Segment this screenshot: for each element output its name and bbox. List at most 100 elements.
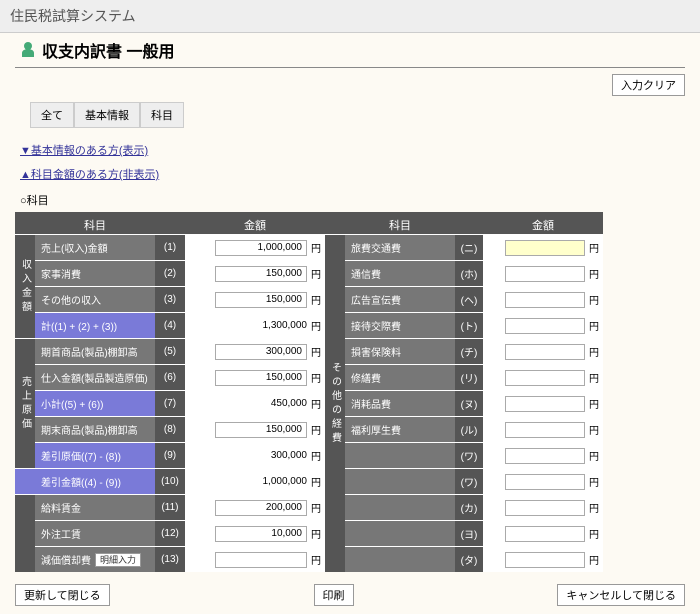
row-num: (6): [155, 364, 185, 390]
amount-display: 450,000円: [185, 390, 325, 416]
unit: 円: [311, 422, 321, 437]
unit: 円: [311, 344, 321, 359]
amount-input[interactable]: [215, 526, 307, 542]
row-label: 仕入金額(製品製造原価): [35, 364, 155, 390]
row-num: (ヨ): [455, 520, 483, 546]
amount-input[interactable]: [215, 422, 307, 438]
amount-input[interactable]: [215, 552, 307, 568]
section-label: ○科目: [0, 192, 700, 212]
row-label: [345, 494, 455, 520]
unit: 円: [589, 526, 599, 541]
amount-input[interactable]: [505, 318, 585, 334]
amount-input[interactable]: [215, 266, 307, 282]
print-button[interactable]: 印刷: [314, 584, 354, 606]
row-num: (9): [155, 442, 185, 468]
amount-input[interactable]: [505, 240, 585, 256]
link-items[interactable]: ▲科目金額のある方(非表示): [20, 169, 159, 181]
unit: 円: [311, 370, 321, 385]
unit: 円: [311, 266, 321, 281]
row-num: (タ): [455, 546, 483, 572]
row-num: (10): [155, 468, 185, 494]
amount-input[interactable]: [505, 552, 585, 568]
vlabel-cost: 売上原価: [15, 338, 35, 468]
tab-basic[interactable]: 基本情報: [74, 102, 140, 128]
hdr-item-right: 科目: [345, 212, 455, 234]
row-label: 通信費: [345, 260, 455, 286]
row-num: (リ): [455, 364, 483, 390]
row-label: 家事消費: [35, 260, 155, 286]
row-num: (ニ): [455, 234, 483, 260]
amount-input[interactable]: [215, 344, 307, 360]
row-num: (7): [155, 390, 185, 416]
hdr-item-left: 科目: [35, 212, 155, 234]
clear-button[interactable]: 入力クリア: [612, 74, 685, 96]
row-label: [345, 442, 455, 468]
amount-input[interactable]: [215, 370, 307, 386]
row-label: [345, 468, 455, 494]
unit: 円: [589, 240, 599, 255]
amount-input[interactable]: [505, 448, 585, 464]
tabs: 全て基本情報科目: [0, 102, 700, 128]
row-label: 給料賃金: [35, 494, 155, 520]
amount-input[interactable]: [505, 396, 585, 412]
unit: 円: [589, 292, 599, 307]
unit: 円: [311, 292, 321, 307]
row-num: (ホ): [455, 260, 483, 286]
row-label: 消耗品費: [345, 390, 455, 416]
unit: 円: [311, 552, 321, 567]
unit: 円: [589, 422, 599, 437]
amount-input[interactable]: [505, 500, 585, 516]
hdr-amount-left: 金額: [185, 212, 325, 234]
unit: 円: [589, 266, 599, 281]
row-num: (4): [155, 312, 185, 338]
amount-input[interactable]: [505, 422, 585, 438]
row-label: 計((1) + (2) + (3)): [35, 312, 155, 338]
unit: 円: [589, 448, 599, 463]
amount-input[interactable]: [505, 370, 585, 386]
amount-input[interactable]: [505, 292, 585, 308]
unit: 円: [311, 526, 321, 541]
row-label: [345, 520, 455, 546]
row-num: (3): [155, 286, 185, 312]
amount-input[interactable]: [505, 266, 585, 282]
row-label: その他の収入: [35, 286, 155, 312]
unit: 円: [311, 500, 321, 515]
cancel-close-button[interactable]: キャンセルして閉じる: [557, 584, 685, 606]
amount-input[interactable]: [505, 474, 585, 490]
amount-input[interactable]: [505, 344, 585, 360]
row-label: 旅費交通費: [345, 234, 455, 260]
row-label: 小計((5) + (6)): [35, 390, 155, 416]
unit: 円: [589, 552, 599, 567]
unit: 円: [589, 370, 599, 385]
row-num: (ヘ): [455, 286, 483, 312]
row-label: 広告宣伝費: [345, 286, 455, 312]
amount-input[interactable]: [215, 500, 307, 516]
row-label: 接待交際費: [345, 312, 455, 338]
row-label: 福利厚生費: [345, 416, 455, 442]
row-label: 差引原価((7) - (8)): [35, 442, 155, 468]
user-icon: [20, 42, 36, 58]
unit: 円: [589, 396, 599, 411]
vlabel-income: 収入金額: [15, 234, 35, 338]
amount-input[interactable]: [505, 526, 585, 542]
row-num: (ヌ): [455, 390, 483, 416]
row-label: 売上(収入)金額: [35, 234, 155, 260]
row-label: [345, 546, 455, 572]
unit: 円: [311, 240, 321, 255]
tab-items[interactable]: 科目: [140, 102, 184, 128]
hdr-amount-right: 金額: [483, 212, 603, 234]
amount-input[interactable]: [215, 240, 307, 256]
window-title: 住民税試算システム: [0, 0, 700, 33]
page-title: 収支内訳書 一般用: [42, 38, 174, 62]
detail-button[interactable]: 明細入力: [95, 553, 141, 567]
save-close-button[interactable]: 更新して閉じる: [15, 584, 110, 606]
amount-display: 1,000,000円: [185, 468, 325, 494]
row-label: 外注工賃: [35, 520, 155, 546]
row-num: (2): [155, 260, 185, 286]
link-basic[interactable]: ▼基本情報のある方(表示): [20, 145, 148, 157]
row-num: (11): [155, 494, 185, 520]
amount-input[interactable]: [215, 292, 307, 308]
tab-all[interactable]: 全て: [30, 102, 74, 128]
vlabel-other: その他の経費: [325, 234, 345, 572]
amount-display: 1,300,000円: [185, 312, 325, 338]
